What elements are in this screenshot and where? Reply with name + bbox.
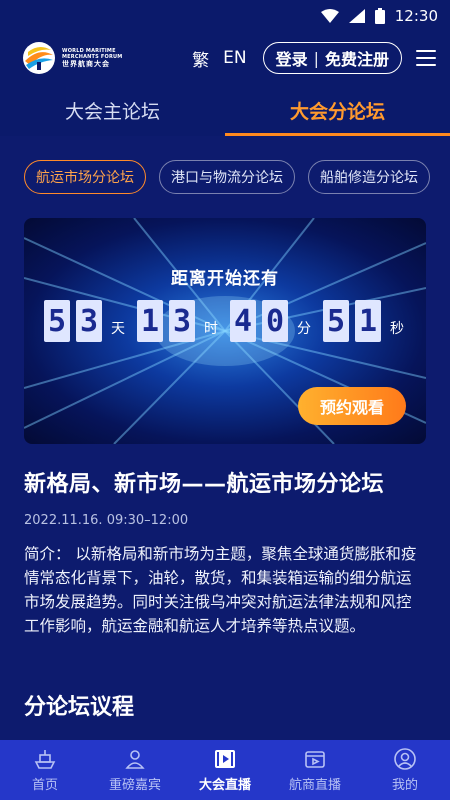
status-bar: 12:30 (0, 0, 450, 32)
minutes-digit-2: 0 (262, 300, 288, 342)
auth-separator: | (313, 48, 319, 68)
ship-icon (34, 750, 56, 769)
forum-date: 2022.11.16. 09:30–12:00 (24, 513, 189, 528)
countdown-timer: 5 3 天 1 3 时 4 0 分 5 1 秒 (44, 300, 416, 342)
tab-main-forum[interactable]: 大会主论坛 (0, 84, 225, 136)
hours-digit-2: 3 (169, 300, 195, 342)
countdown-banner: 距离开始还有 5 3 天 1 3 时 4 0 分 5 1 秒 预约观看 (24, 218, 426, 444)
seconds-digit-1: 5 (323, 300, 349, 342)
video-icon (305, 751, 325, 768)
login-link[interactable]: 登录 (276, 46, 308, 70)
days-unit: 天 (111, 321, 125, 337)
days-digit-2: 3 (76, 300, 102, 342)
main-content: 航运市场分论坛 港口与物流分论坛 船舶修造分论坛 距离开始还有 5 3 天 1 … (0, 136, 450, 740)
lang-english-button[interactable]: EN (223, 48, 246, 68)
tab-sub-forum[interactable]: 大会分论坛 (225, 84, 450, 136)
chip-port-logistics[interactable]: 港口与物流分论坛 (159, 160, 295, 194)
hamburger-menu-icon[interactable] (416, 50, 436, 66)
countdown-title: 距离开始还有 (171, 269, 279, 289)
auth-button[interactable]: 登录 | 免费注册 (262, 42, 402, 74)
days-digit-1: 5 (44, 300, 70, 342)
hours-unit: 时 (204, 321, 218, 337)
nav-guests-label: 重磅嘉宾 (108, 778, 161, 793)
minutes-digit-1: 4 (230, 300, 256, 342)
seconds-unit: 秒 (390, 321, 404, 337)
chip-shipping-market[interactable]: 航运市场分论坛 (24, 160, 146, 194)
app-header: WORLD MARITIME MERCHANTS FORUM 世界航商大会 繁 … (0, 32, 450, 84)
agenda-heading: 分论坛议程 (24, 695, 135, 720)
reserve-watch-button[interactable]: 预约观看 (298, 387, 406, 425)
nav-profile-label: 我的 (391, 778, 418, 793)
nav-merchant-live[interactable]: 航商直播 (270, 740, 360, 800)
logo-mark-icon (23, 42, 55, 74)
nav-guests[interactable]: 重磅嘉宾 (90, 740, 180, 800)
minutes-unit: 分 (297, 321, 311, 337)
forum-tabs: 大会主论坛 大会分论坛 (0, 84, 450, 136)
hours-digit-1: 1 (137, 300, 163, 342)
register-link[interactable]: 免费注册 (325, 46, 389, 70)
logo-cn: 世界航商大会 (62, 59, 110, 68)
forum-logo[interactable]: WORLD MARITIME MERCHANTS FORUM 世界航商大会 (22, 41, 122, 75)
live-icon (215, 750, 235, 768)
guest-icon (125, 750, 145, 769)
lang-traditional-button[interactable]: 繁 (192, 46, 209, 71)
seconds-digit-2: 1 (355, 300, 381, 342)
nav-live[interactable]: 大会直播 (180, 740, 270, 800)
bottom-nav: 首页 重磅嘉宾 大会直播 航商直播 我的 (0, 740, 450, 800)
sub-forum-chips: 航运市场分论坛 港口与物流分论坛 船舶修造分论坛 (24, 160, 430, 194)
profile-icon (394, 748, 416, 770)
nav-merchant-live-label: 航商直播 (288, 778, 341, 793)
forum-description: 简介： 以新格局和新市场为主题，聚焦全球通货膨胀和疫情常态化背景下，油轮，散货，… (24, 545, 417, 635)
forum-title: 新格局、新市场——航运市场分论坛 (24, 472, 385, 497)
logo-text: WORLD MARITIME MERCHANTS FORUM 世界航商大会 (62, 48, 122, 69)
nav-live-label: 大会直播 (198, 778, 251, 793)
nav-home-label: 首页 (31, 778, 58, 793)
nav-profile[interactable]: 我的 (360, 740, 450, 800)
nav-home[interactable]: 首页 (0, 740, 90, 800)
wifi-icon (320, 9, 339, 23)
chip-shipbuilding[interactable]: 船舶修造分论坛 (308, 160, 430, 194)
battery-icon (374, 8, 385, 24)
status-time: 12:30 (394, 7, 438, 25)
signal-icon (348, 9, 365, 23)
